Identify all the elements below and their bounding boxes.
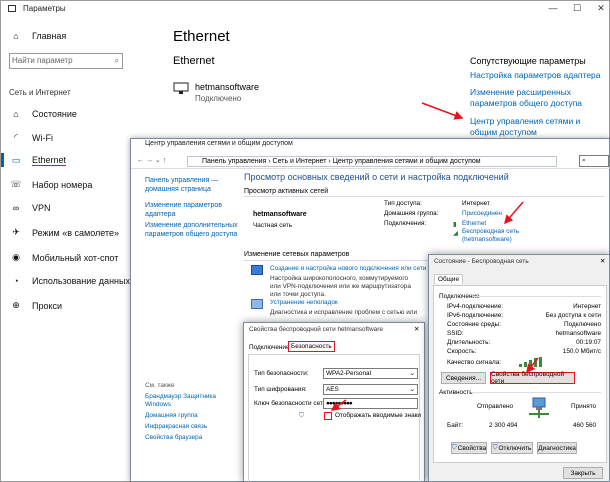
annotation-arrows [330, 102, 539, 411]
arrow-to-wireless-conn [504, 201, 524, 225]
arrow-to-wireless-props [526, 357, 539, 374]
arrow-to-network-center [421, 102, 464, 120]
arrow-to-show-chars [330, 399, 347, 411]
